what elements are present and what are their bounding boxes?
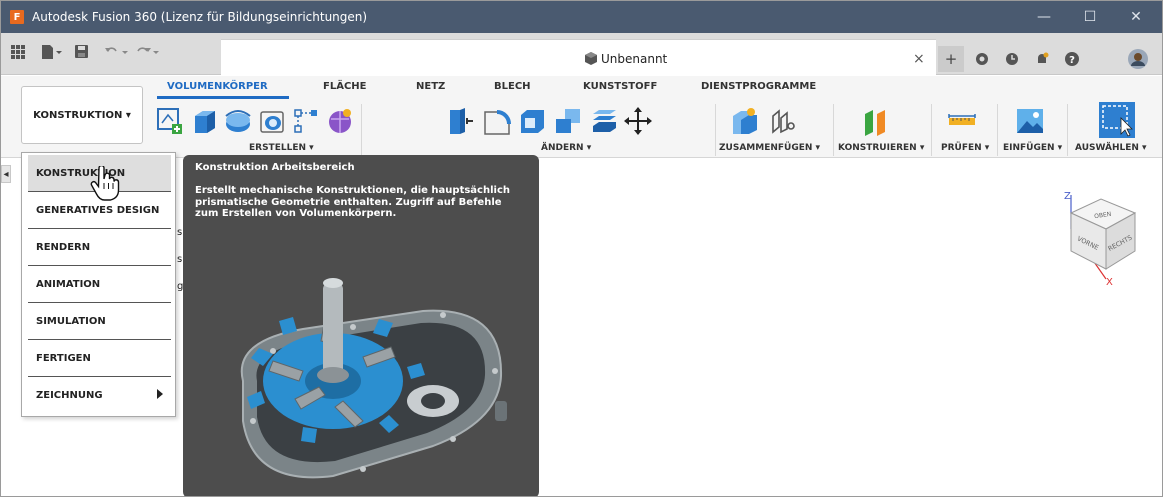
data-panel-grid-icon[interactable] bbox=[11, 45, 25, 62]
combine-icon[interactable] bbox=[553, 106, 583, 136]
menu-item-fertigen[interactable]: FERTIGEN bbox=[28, 340, 171, 377]
create-form-icon[interactable] bbox=[325, 106, 355, 136]
menu-item-label: SIMULATION bbox=[36, 315, 106, 327]
joint-icon[interactable] bbox=[767, 106, 797, 136]
group-divider bbox=[997, 104, 998, 156]
group-auswaehlen[interactable]: AUSWÄHLEN ▾ bbox=[1075, 143, 1147, 153]
notifications-icon[interactable] bbox=[1029, 46, 1055, 72]
gearbox-model-image bbox=[240, 278, 507, 479]
window-title: Autodesk Fusion 360 (Lizenz für Bildungs… bbox=[32, 10, 368, 24]
toolbar-ribbon: KONSTRUKTION ▾ VOLUMENKÖRPER FLÄCHE NETZ… bbox=[1, 76, 1162, 158]
group-zusammenfuegen[interactable]: ZUSAMMENFÜGEN ▾ bbox=[719, 143, 820, 153]
group-erstellen[interactable]: ERSTELLEN ▾ bbox=[249, 143, 314, 153]
extrude-icon[interactable] bbox=[189, 106, 219, 136]
fusion-window: F Autodesk Fusion 360 (Lizenz für Bildun… bbox=[0, 0, 1163, 497]
tab-volumenkoerper[interactable]: VOLUMENKÖRPER bbox=[167, 81, 268, 92]
document-name: Unbenannt bbox=[601, 52, 668, 66]
shell-icon[interactable] bbox=[517, 106, 547, 136]
group-divider bbox=[361, 104, 362, 156]
undo-icon[interactable] bbox=[105, 45, 133, 62]
tab-kunststoff[interactable]: KUNSTSTOFF bbox=[583, 81, 657, 92]
minimize-button[interactable]: — bbox=[1021, 1, 1067, 33]
tooltip-description: Erstellt mechanische Konstruktionen, die… bbox=[195, 185, 510, 219]
redo-icon[interactable] bbox=[135, 45, 163, 62]
workspace-tooltip: Konstruktion Arbeitsbereich Erstellt mec… bbox=[183, 155, 539, 496]
close-tab-button[interactable]: × bbox=[913, 51, 925, 67]
select-tool-icon[interactable] bbox=[1099, 102, 1135, 138]
tab-flaeche[interactable]: FLÄCHE bbox=[323, 81, 366, 92]
tab-netz[interactable]: NETZ bbox=[416, 81, 445, 92]
offset-face-icon[interactable] bbox=[589, 106, 619, 136]
svg-text:?: ? bbox=[1069, 55, 1075, 66]
active-tab-indicator bbox=[157, 96, 289, 99]
revolve-icon[interactable] bbox=[223, 106, 253, 136]
press-pull-icon[interactable] bbox=[445, 106, 475, 136]
group-einfuegen[interactable]: EINFÜGEN ▾ bbox=[1003, 143, 1062, 153]
fillet-icon[interactable] bbox=[481, 106, 511, 136]
new-component-icon[interactable] bbox=[729, 106, 759, 136]
menu-item-zeichnung[interactable]: ZEICHNUNG bbox=[28, 377, 171, 414]
menu-item-label: FERTIGEN bbox=[36, 352, 91, 364]
group-aendern[interactable]: ÄNDERN ▾ bbox=[541, 143, 591, 153]
save-icon[interactable] bbox=[75, 45, 89, 62]
group-divider bbox=[833, 104, 834, 156]
create-sketch-icon[interactable] bbox=[155, 106, 185, 136]
menu-item-label: GENERATIVES DESIGN bbox=[36, 204, 160, 216]
loft-icon[interactable] bbox=[291, 106, 321, 136]
fusion-logo-icon: F bbox=[10, 10, 24, 24]
file-menu-icon[interactable] bbox=[41, 45, 63, 62]
group-divider bbox=[931, 104, 932, 156]
group-konstruieren[interactable]: KONSTRUIEREN ▾ bbox=[838, 143, 924, 153]
submenu-arrow-icon bbox=[157, 389, 163, 399]
close-window-button[interactable]: ✕ bbox=[1113, 1, 1159, 33]
insert-canvas-icon[interactable] bbox=[1015, 106, 1045, 136]
group-divider bbox=[1067, 104, 1068, 156]
tab-blech[interactable]: BLECH bbox=[494, 81, 531, 92]
component-icon bbox=[585, 52, 597, 65]
group-pruefen[interactable]: PRÜFEN ▾ bbox=[941, 143, 989, 153]
browser-collapse-button[interactable]: ◂ bbox=[1, 165, 11, 183]
menu-item-label: ANIMATION bbox=[36, 278, 101, 290]
menu-item-label: ZEICHNUNG bbox=[36, 390, 103, 401]
menu-item-label: RENDERN bbox=[36, 241, 91, 253]
help-icon[interactable]: ? bbox=[1059, 46, 1085, 72]
job-status-icon[interactable] bbox=[999, 46, 1025, 72]
workspace-switcher-button[interactable]: KONSTRUKTION ▾ bbox=[21, 86, 143, 144]
viewcube-axis-x: X bbox=[1106, 277, 1113, 287]
menu-item-simulation[interactable]: SIMULATION bbox=[28, 303, 171, 340]
tab-dienstprogramme[interactable]: DIENSTPROGRAMME bbox=[701, 81, 816, 92]
group-divider bbox=[715, 104, 716, 156]
user-avatar-icon[interactable] bbox=[1125, 46, 1151, 72]
viewcube-axis-z: Z bbox=[1064, 191, 1071, 202]
document-tab[interactable] bbox=[221, 39, 936, 75]
maximize-button[interactable]: ☐ bbox=[1067, 1, 1113, 33]
offset-plane-icon[interactable] bbox=[861, 106, 891, 136]
hand-pointer-cursor-icon bbox=[90, 166, 120, 201]
measure-icon[interactable] bbox=[947, 106, 977, 136]
title-bar: F Autodesk Fusion 360 (Lizenz für Bildun… bbox=[1, 1, 1162, 33]
tooltip-title: Konstruktion Arbeitsbereich bbox=[195, 162, 355, 173]
move-copy-icon[interactable] bbox=[623, 106, 653, 136]
menu-item-animation[interactable]: ANIMATION bbox=[28, 266, 171, 303]
menu-item-rendern[interactable]: RENDERN bbox=[28, 229, 171, 266]
new-tab-button[interactable]: + bbox=[938, 46, 964, 72]
sweep-icon[interactable] bbox=[257, 106, 287, 136]
extensions-icon[interactable] bbox=[969, 46, 995, 72]
viewcube[interactable]: Z X OBEN VORNE RECHTS bbox=[1051, 187, 1146, 287]
